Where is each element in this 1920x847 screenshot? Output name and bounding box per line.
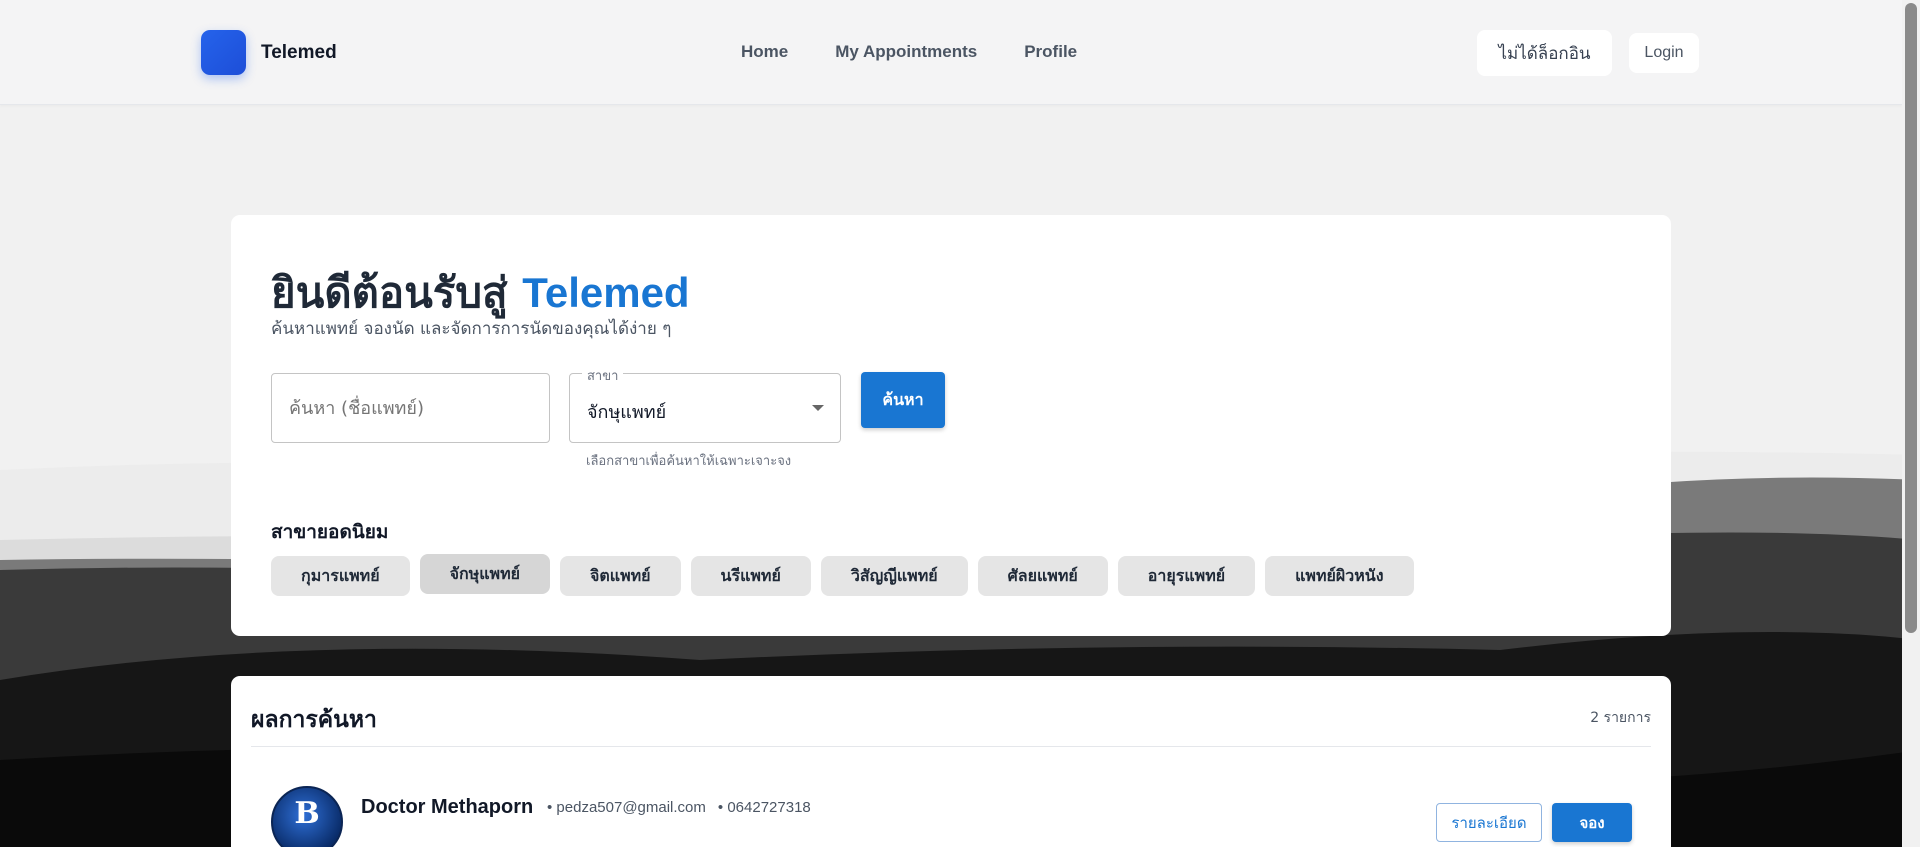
results-count: 2 รายการ [1590, 710, 1651, 726]
doctor-avatar-letter: B [294, 795, 320, 831]
login-status-badge: ไม่ได้ล็อกอิน [1477, 30, 1612, 76]
chip-dermatologist[interactable]: แพทย์ผิวหนัง [1265, 556, 1414, 596]
results-divider [251, 746, 1651, 747]
chip-anesthesiologist[interactable]: วิสัญญีแพทย์ [820, 556, 968, 596]
doctor-details-button[interactable]: รายละเอียด [1436, 803, 1542, 842]
nav-my-appointments[interactable]: My Appointments [835, 42, 977, 62]
doctor-avatar[interactable]: B [271, 786, 343, 847]
search-card: ยินดีต้อนรับสู่ Telemed ค้นหาแพทย์ จองนั… [231, 215, 1671, 636]
nav-home[interactable]: Home [741, 42, 788, 62]
top-navbar: Telemed Home My Appointments Profile ไม่… [0, 0, 1902, 105]
welcome-title-accent: Telemed [522, 269, 690, 316]
brand-name[interactable]: Telemed [261, 42, 337, 64]
chip-pediatrician[interactable]: กุมารแพทย์ [271, 556, 410, 596]
chevron-down-icon[interactable] [812, 405, 824, 411]
popular-specialties-title: สาขายอดนิยม [271, 521, 389, 543]
specialty-select-label: สาขา [582, 365, 624, 386]
specialty-select-value: จักษุแพทย์ [587, 402, 667, 423]
chip-psychiatrist[interactable]: จิตแพทย์ [559, 556, 681, 596]
results-card: ผลการค้นหา 2 รายการ B Doctor Methaporn •… [231, 676, 1671, 847]
chip-surgeon[interactable]: ศัลยแพทย์ [977, 556, 1108, 596]
chip-internist[interactable]: อายุรแพทย์ [1117, 556, 1256, 596]
logo-icon[interactable] [201, 30, 246, 75]
chip-gynecologist[interactable]: นรีแพทย์ [690, 556, 811, 596]
popular-specialties-chips: กุมารแพทย์ จักษุแพทย์ จิตแพทย์ นรีแพทย์ … [271, 554, 1414, 596]
doctor-search-input[interactable] [271, 373, 550, 443]
doctor-phone: • 0642727318 [717, 799, 811, 816]
page-scrollbar-thumb[interactable] [1905, 3, 1917, 633]
welcome-title-prefix: ยินดีต้อนรับสู่ [271, 268, 508, 317]
welcome-subtitle: ค้นหาแพทย์ จองนัด และจัดการการนัดของคุณไ… [271, 319, 672, 339]
login-button[interactable]: Login [1629, 33, 1699, 73]
doctor-book-button[interactable]: จอง [1552, 803, 1632, 842]
results-title: ผลการค้นหา [251, 707, 377, 733]
doctor-contact: • pedza507@gmail.com • 0642727318 [547, 799, 811, 816]
specialty-helper-text: เลือกสาขาเพื่อค้นหาให้เฉพาะเจาะจง [586, 454, 792, 469]
doctor-email: • pedza507@gmail.com [547, 799, 706, 816]
main-nav: Home My Appointments Profile [741, 42, 1077, 62]
chip-ophthalmologist[interactable]: จักษุแพทย์ [419, 554, 550, 594]
doctor-name: Doctor Methaporn [361, 796, 534, 818]
search-button[interactable]: ค้นหา [861, 372, 945, 428]
specialty-select[interactable]: สาขา จักษุแพทย์ [569, 365, 841, 443]
nav-profile[interactable]: Profile [1024, 42, 1077, 62]
